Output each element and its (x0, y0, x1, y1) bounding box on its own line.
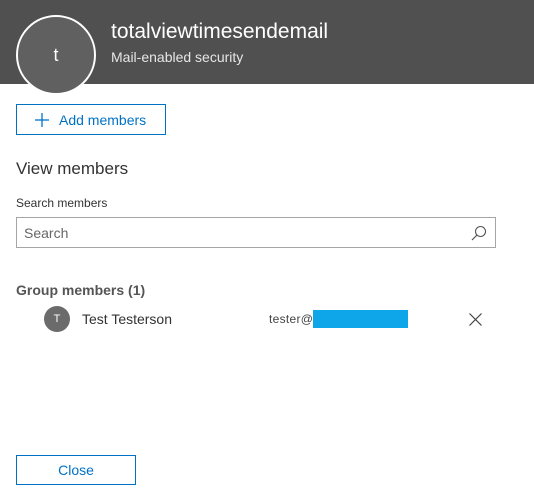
group-name: totalviewtimesendemail (111, 20, 329, 43)
plus-icon (35, 112, 49, 127)
add-members-label: Add members (59, 111, 147, 128)
search-members-label: Search members (16, 196, 108, 210)
group-members-heading: Group members (1) (16, 282, 146, 298)
close-button[interactable]: Close (16, 455, 136, 485)
member-avatar-initial: T (53, 313, 61, 325)
add-members-button[interactable]: Add members (16, 104, 166, 135)
search-members-field[interactable] (16, 217, 496, 248)
group-avatar: t (16, 15, 96, 95)
member-row: T Test Testerson tester@ (16, 306, 516, 332)
email-redaction-block (313, 310, 408, 328)
view-members-heading: View members (16, 159, 129, 178)
remove-member-icon[interactable] (469, 313, 482, 326)
search-icon[interactable] (471, 225, 487, 241)
group-type: Mail-enabled security (111, 49, 244, 65)
group-avatar-initial: t (53, 45, 59, 65)
member-avatar: T (44, 306, 70, 332)
member-name: Test Testerson (82, 311, 173, 327)
search-input[interactable] (24, 218, 464, 247)
panel-header: t totalviewtimesendemail Mail-enabled se… (0, 0, 534, 95)
member-email: tester@ (269, 312, 314, 326)
